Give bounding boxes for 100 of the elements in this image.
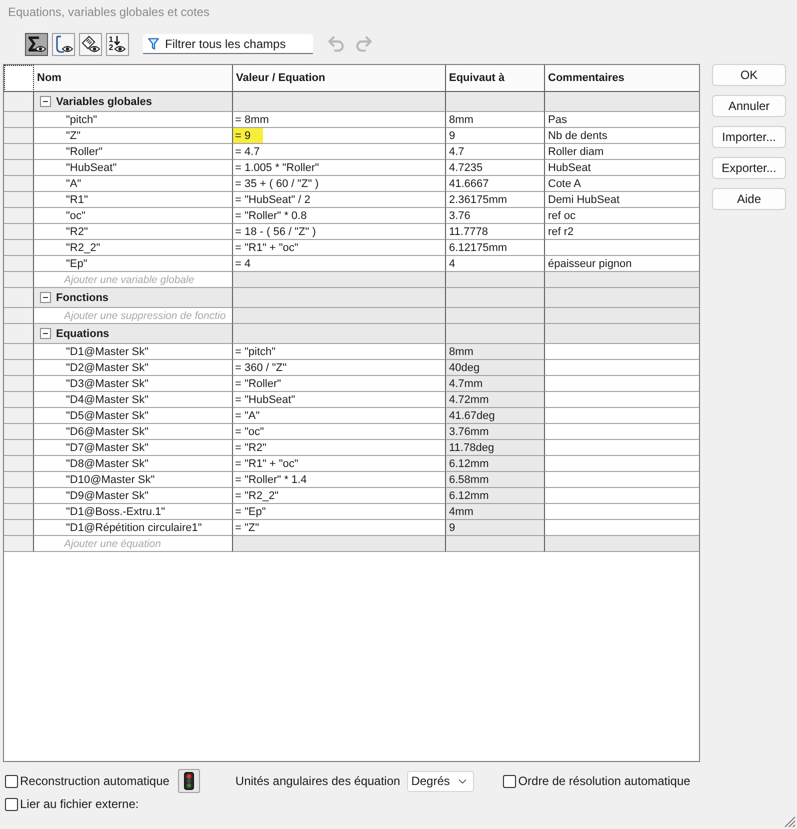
filter-field[interactable]: Filtrer tous les champs: [143, 34, 313, 54]
resize-grip-icon[interactable]: [782, 814, 796, 828]
row-header[interactable]: [4, 176, 34, 192]
corner-cell[interactable]: [4, 65, 34, 92]
table-cell[interactable]: = 8mm: [233, 112, 446, 128]
table-cell[interactable]: = 18 - ( 56 / "Z" ): [233, 224, 446, 240]
table-cell[interactable]: "R2_2": [34, 240, 233, 256]
table-cell[interactable]: HubSeat: [545, 160, 699, 176]
view-toggle-button[interactable]: [25, 32, 48, 56]
table-cell[interactable]: "D4@Master Sk": [34, 392, 233, 408]
table-cell[interactable]: = "Roller" * 1.4: [233, 472, 446, 488]
table-cell[interactable]: = "HubSeat": [233, 392, 446, 408]
table-cell[interactable]: "D1@Boss.-Extru.1": [34, 504, 233, 520]
row-header[interactable]: [4, 112, 34, 128]
table-cell[interactable]: = "R1" + "oc": [233, 240, 446, 256]
table-cell[interactable]: = 4.7: [233, 144, 446, 160]
table-cell[interactable]: "oc": [34, 208, 233, 224]
table-cell[interactable]: "D8@Master Sk": [34, 456, 233, 472]
rebuild-button[interactable]: [178, 769, 200, 793]
table-cell[interactable]: = "A": [233, 408, 446, 424]
row-header[interactable]: [4, 504, 34, 520]
row-header[interactable]: [4, 344, 34, 360]
view-toggle-button[interactable]: [79, 32, 102, 56]
dialog-button[interactable]: Aide: [712, 188, 786, 210]
table-cell[interactable]: "D9@Master Sk": [34, 488, 233, 504]
checkbox[interactable]: [5, 798, 18, 810]
table-cell[interactable]: = "HubSeat" / 2: [233, 192, 446, 208]
row-header[interactable]: [4, 308, 34, 324]
table-cell[interactable]: "R1": [34, 192, 233, 208]
dialog-button[interactable]: Importer...: [712, 126, 786, 148]
table-cell[interactable]: = "Roller" * 0.8: [233, 208, 446, 224]
row-header[interactable]: [4, 240, 34, 256]
row-header[interactable]: [4, 128, 34, 144]
row-header[interactable]: [4, 440, 34, 456]
row-header[interactable]: [4, 456, 34, 472]
collapse-icon[interactable]: [40, 328, 51, 339]
table-cell[interactable]: "Z": [34, 128, 233, 144]
table-cell[interactable]: Pas: [545, 112, 699, 128]
table-cell[interactable]: = "R1" + "oc": [233, 456, 446, 472]
table-cell[interactable]: = "oc": [233, 424, 446, 440]
checkbox-label[interactable]: Reconstruction automatique: [20, 774, 170, 788]
table-cell[interactable]: "D6@Master Sk": [34, 424, 233, 440]
row-header[interactable]: [4, 360, 34, 376]
table-cell[interactable]: ref oc: [545, 208, 699, 224]
row-header[interactable]: [4, 224, 34, 240]
table-cell[interactable]: "pitch": [34, 112, 233, 128]
checkbox[interactable]: [503, 774, 516, 788]
table-cell[interactable]: = "R2_2": [233, 488, 446, 504]
row-header[interactable]: [4, 408, 34, 424]
row-header[interactable]: [4, 256, 34, 272]
table-cell[interactable]: "R2": [34, 224, 233, 240]
table-cell[interactable]: "D10@Master Sk": [34, 472, 233, 488]
table-cell[interactable]: = 360 / "Z": [233, 360, 446, 376]
collapse-icon[interactable]: [40, 292, 51, 303]
table-cell[interactable]: "D5@Master Sk": [34, 408, 233, 424]
table-cell[interactable]: "Roller": [34, 144, 233, 160]
table-cell[interactable]: ref r2: [545, 224, 699, 240]
row-header[interactable]: [4, 520, 34, 536]
checkbox[interactable]: [5, 774, 18, 788]
table-cell[interactable]: = "pitch": [233, 344, 446, 360]
row-header[interactable]: [4, 272, 34, 288]
table-cell[interactable]: Nb de dents: [545, 128, 699, 144]
view-toggle-button[interactable]: 1 2: [106, 32, 129, 56]
table-cell[interactable]: "D7@Master Sk": [34, 440, 233, 456]
table-cell[interactable]: = "Roller": [233, 376, 446, 392]
row-header[interactable]: [4, 488, 34, 504]
group-title: Equations: [56, 328, 110, 340]
table-cell[interactable]: = 1.005 * "Roller": [233, 160, 446, 176]
table-cell[interactable]: Cote A: [545, 176, 699, 192]
table-cell[interactable]: = 35 + ( 60 / "Z" ): [233, 176, 446, 192]
table-cell[interactable]: = 9: [233, 128, 446, 144]
row-header[interactable]: [4, 536, 34, 552]
table-cell[interactable]: "D3@Master Sk": [34, 376, 233, 392]
checkbox-label[interactable]: Lier au fichier externe:: [20, 797, 139, 811]
angle-units-select[interactable]: Degrés: [407, 770, 474, 792]
table-cell[interactable]: "A": [34, 176, 233, 192]
table-cell[interactable]: "HubSeat": [34, 160, 233, 176]
dialog-button[interactable]: Exporter...: [712, 157, 786, 179]
table-cell[interactable]: = "R2": [233, 440, 446, 456]
table-cell[interactable]: Demi HubSeat: [545, 192, 699, 208]
dialog-button[interactable]: Annuler: [712, 95, 786, 117]
table-cell[interactable]: "D2@Master Sk": [34, 360, 233, 376]
view-toggle-button[interactable]: [52, 32, 75, 56]
row-header[interactable]: [4, 192, 34, 208]
row-header[interactable]: [4, 376, 34, 392]
row-header[interactable]: [4, 424, 34, 440]
row-header[interactable]: [4, 144, 34, 160]
row-header[interactable]: [4, 288, 34, 308]
row-header[interactable]: [4, 208, 34, 224]
row-header[interactable]: [4, 392, 34, 408]
checkbox-label[interactable]: Ordre de résolution automatique: [518, 774, 690, 788]
collapse-icon[interactable]: [40, 96, 51, 107]
row-header[interactable]: [4, 160, 34, 176]
table-cell[interactable]: Roller diam: [545, 144, 699, 160]
row-header[interactable]: [4, 92, 34, 112]
row-header[interactable]: [4, 324, 34, 344]
table-cell[interactable]: = "Ep": [233, 504, 446, 520]
row-header[interactable]: [4, 472, 34, 488]
table-cell[interactable]: "D1@Master Sk": [34, 344, 233, 360]
dialog-button[interactable]: OK: [712, 64, 786, 86]
